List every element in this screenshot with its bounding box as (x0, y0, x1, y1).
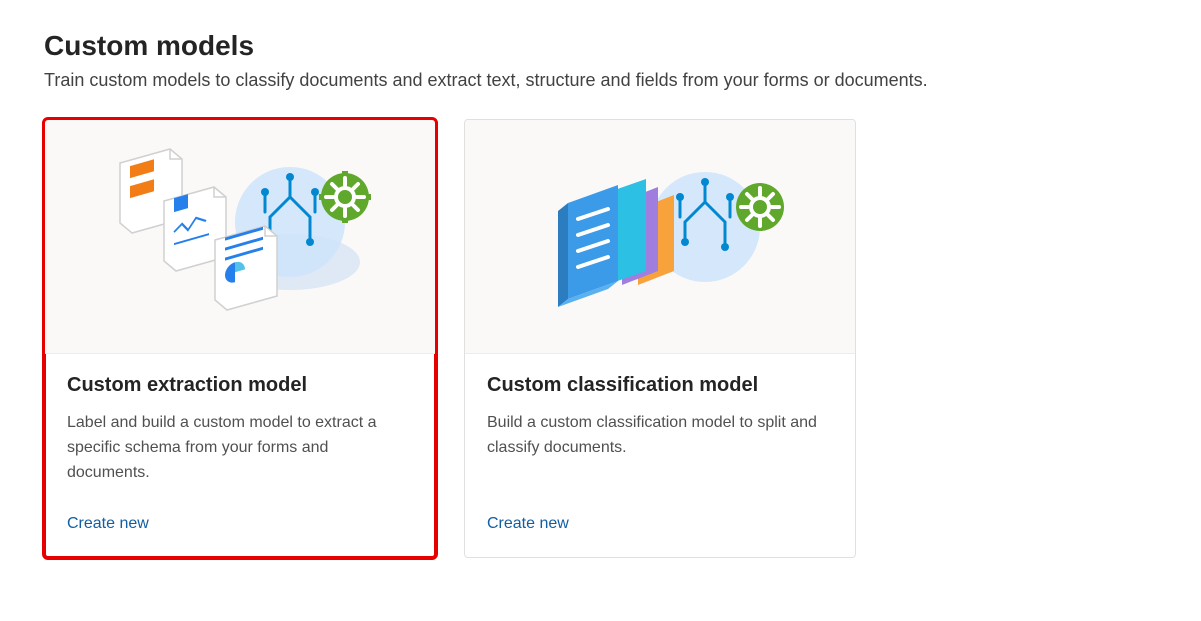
create-new-extraction-link[interactable]: Create new (67, 515, 413, 533)
documents-extraction-icon (90, 137, 390, 337)
card-body: Custom classification model Build a cust… (465, 354, 855, 557)
card-description-extraction: Label and build a custom model to extrac… (67, 411, 413, 485)
card-body: Custom extraction model Label and build … (45, 354, 435, 557)
card-title-classification: Custom classification model (487, 374, 833, 397)
page-title: Custom models (44, 30, 1157, 62)
card-description-classification: Build a custom classification model to s… (487, 411, 833, 485)
cards-container: Custom extraction model Label and build … (44, 119, 1157, 558)
card-custom-classification[interactable]: Custom classification model Build a cust… (464, 119, 856, 558)
documents-classification-icon (510, 137, 810, 337)
page-subtitle: Train custom models to classify document… (44, 70, 1157, 91)
create-new-classification-link[interactable]: Create new (487, 515, 833, 533)
card-illustration-extraction (45, 120, 435, 354)
card-illustration-classification (465, 120, 855, 354)
card-title-extraction: Custom extraction model (67, 374, 413, 397)
card-custom-extraction[interactable]: Custom extraction model Label and build … (44, 119, 436, 558)
